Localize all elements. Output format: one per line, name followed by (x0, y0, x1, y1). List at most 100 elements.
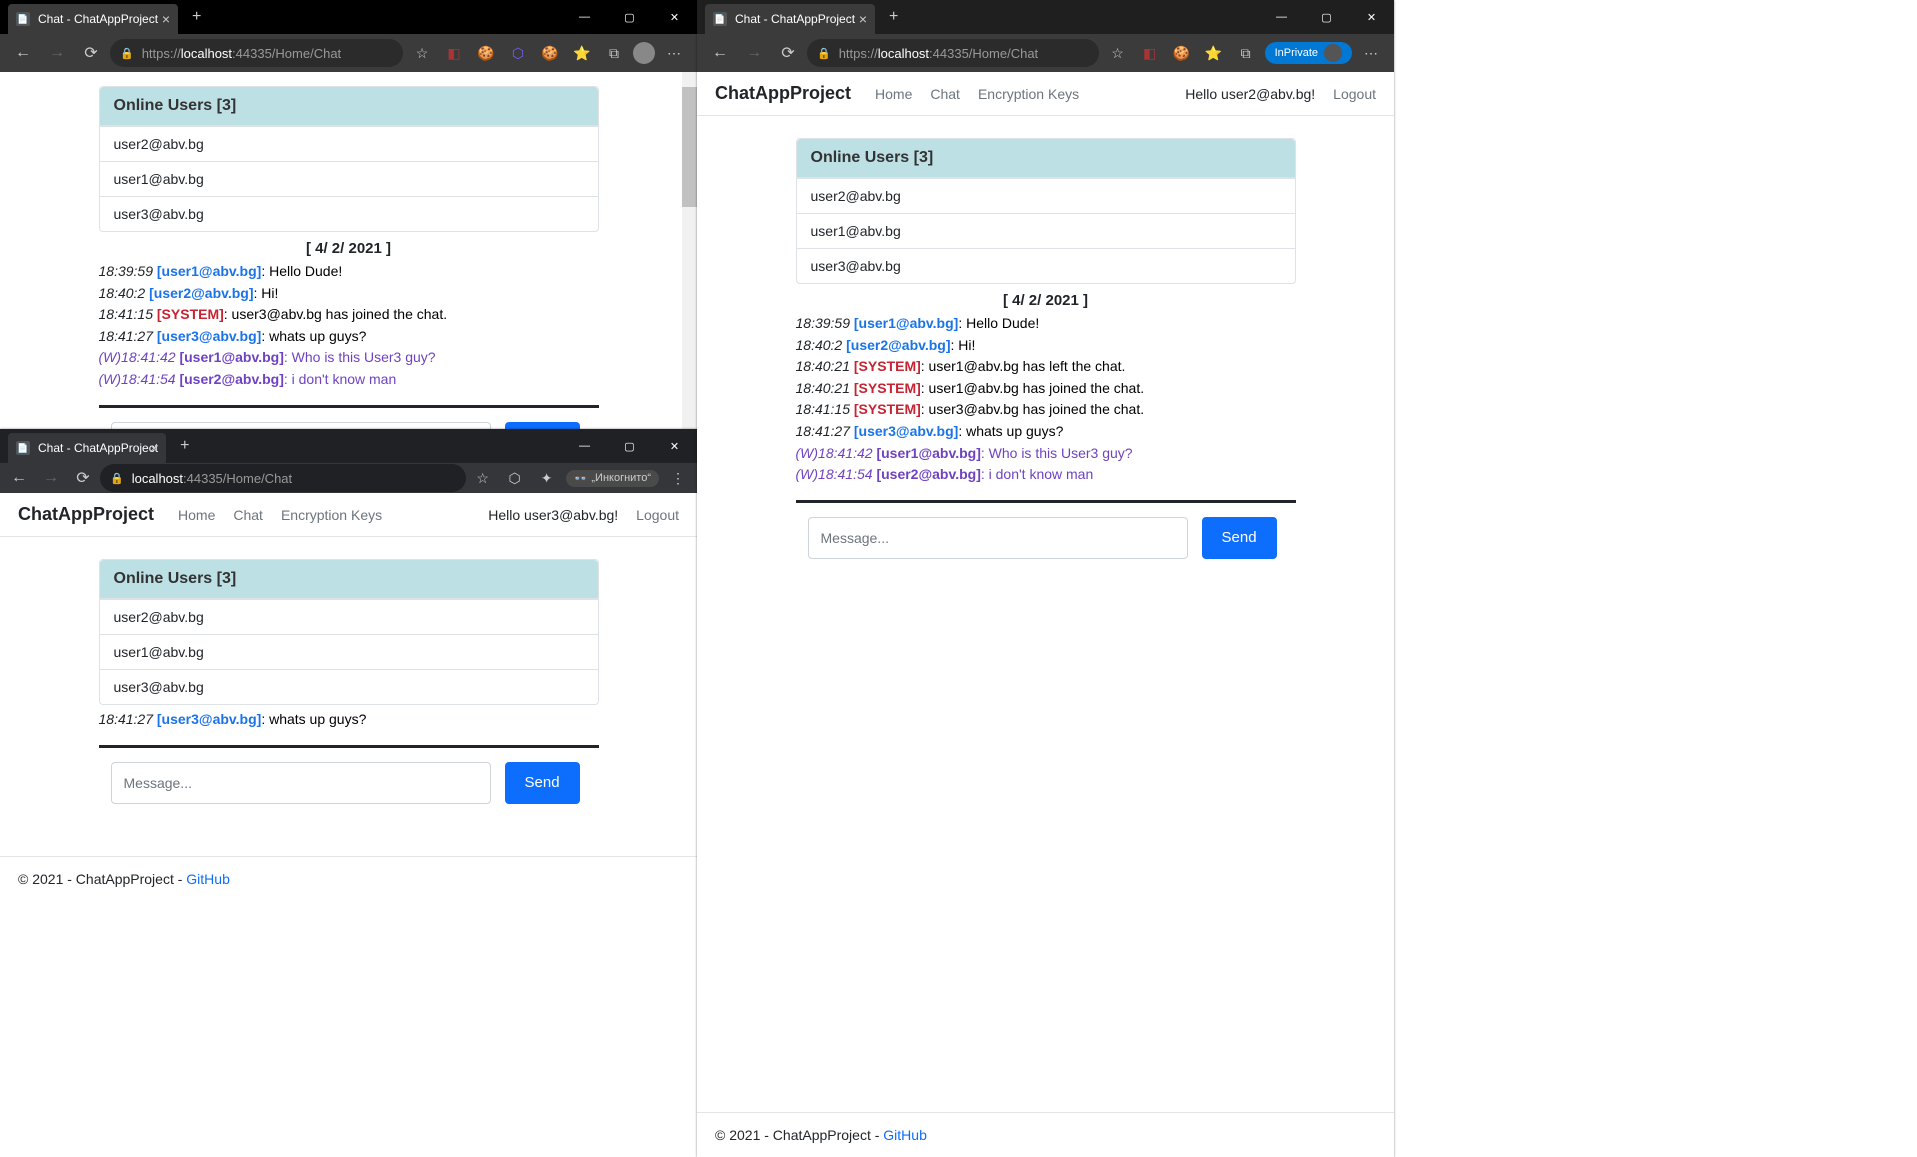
message-input[interactable] (111, 762, 491, 804)
profile-avatar[interactable] (633, 42, 655, 64)
favorites-icon[interactable]: ☆ (409, 40, 435, 66)
profile-avatar[interactable] (1324, 44, 1342, 62)
compose-row: Send (796, 517, 1296, 559)
refresh-button[interactable]: ⟳ (68, 463, 98, 493)
refresh-button[interactable]: ⟳ (76, 38, 106, 68)
back-button[interactable]: ← (705, 38, 735, 68)
back-button[interactable]: ← (4, 463, 34, 493)
extension-icon[interactable]: ◧ (1137, 40, 1163, 66)
maximize-button[interactable]: ▢ (607, 429, 652, 463)
extension-icon[interactable]: 🍪 (537, 40, 563, 66)
chat-message: 18:40:2 [user2@abv.bg]: Hi! (796, 335, 1296, 357)
browser-tab[interactable]: 📄 Chat - ChatAppProject × (8, 4, 178, 34)
extension-icon[interactable]: 🍪 (473, 40, 499, 66)
compose-row: Send (99, 762, 599, 804)
forward-button[interactable]: → (739, 38, 769, 68)
toolbar-icons: ☆ ◧ 🍪 ⭐ ⧉ InPrivate ⋯ (1103, 40, 1386, 66)
close-window-button[interactable]: ✕ (652, 0, 697, 34)
nav-encryption-keys[interactable]: Encryption Keys (978, 86, 1079, 102)
close-window-button[interactable]: ✕ (652, 429, 697, 463)
logout-link[interactable]: Logout (636, 507, 679, 523)
lock-icon: 🔒 (120, 47, 134, 60)
chat-message: 18:41:27 [user3@abv.bg]: whats up guys? (796, 421, 1296, 443)
nav-chat[interactable]: Chat (930, 86, 960, 102)
maximize-button[interactable]: ▢ (1304, 0, 1349, 34)
browser-tab[interactable]: 📄 Chat - ChatAppProject × (705, 4, 875, 34)
online-user-row[interactable]: user2@abv.bg (797, 178, 1295, 213)
collections-icon[interactable]: ⧉ (1233, 40, 1259, 66)
browser-tab[interactable]: 📄 Chat - ChatAppProject × (8, 433, 166, 463)
send-button[interactable]: Send (1202, 517, 1277, 559)
lock-icon: 🔒 (817, 47, 831, 60)
new-tab-button[interactable]: + (184, 8, 209, 26)
favorites-bar-icon[interactable]: ⭐ (569, 40, 595, 66)
minimize-button[interactable]: — (562, 429, 607, 463)
send-button[interactable]: Send (505, 422, 580, 429)
online-users-header: Online Users [3] (100, 87, 598, 126)
extension-icon[interactable]: 🍪 (1169, 40, 1195, 66)
github-link[interactable]: GitHub (883, 1127, 927, 1143)
maximize-button[interactable]: ▢ (607, 0, 652, 34)
new-tab-button[interactable]: + (172, 437, 197, 455)
forward-button[interactable]: → (42, 38, 72, 68)
online-user-row[interactable]: user1@abv.bg (100, 161, 598, 196)
chat-message: 18:39:59 [user1@abv.bg]: Hello Dude! (99, 261, 599, 283)
tab-title: Chat - ChatAppProject (38, 12, 158, 26)
url-input[interactable]: 🔒 https://localhost:44335/Home/Chat (110, 39, 403, 67)
online-user-row[interactable]: user3@abv.bg (100, 196, 598, 231)
back-button[interactable]: ← (8, 38, 38, 68)
extension-icon[interactable]: ◧ (441, 40, 467, 66)
minimize-button[interactable]: — (562, 0, 607, 34)
browser-window-chrome: 📄 Chat - ChatAppProject × + — ▢ ✕ ← → ⟳ … (0, 429, 697, 1157)
extension-icon[interactable]: ⬡ (505, 40, 531, 66)
nav-encryption-keys[interactable]: Encryption Keys (281, 507, 382, 523)
refresh-button[interactable]: ⟳ (773, 38, 803, 68)
more-icon[interactable]: ⋯ (661, 40, 687, 66)
chat-message: (W)18:41:54 [user2@abv.bg]: i don't know… (796, 464, 1296, 486)
window-titlebar: 📄 Chat - ChatAppProject × + — ▢ ✕ (697, 0, 1394, 34)
url-path: :44335/Home/Chat (929, 46, 1038, 61)
page-footer: © 2021 - ChatAppProject - GitHub (697, 1112, 1394, 1157)
online-user-row[interactable]: user3@abv.bg (100, 669, 598, 704)
brand[interactable]: ChatAppProject (715, 83, 851, 104)
nav-chat[interactable]: Chat (233, 507, 263, 523)
online-user-row[interactable]: user2@abv.bg (100, 126, 598, 161)
favorites-bar-icon[interactable]: ⭐ (1201, 40, 1227, 66)
online-user-row[interactable]: user2@abv.bg (100, 599, 598, 634)
nav-home[interactable]: Home (875, 86, 912, 102)
address-bar: ← → ⟳ 🔒 https://localhost:44335/Home/Cha… (697, 34, 1394, 72)
close-tab-icon[interactable]: × (150, 440, 158, 456)
online-user-row[interactable]: user3@abv.bg (797, 248, 1295, 283)
forward-button[interactable]: → (36, 463, 66, 493)
more-icon[interactable]: ⋯ (1358, 40, 1384, 66)
more-icon[interactable]: ⋮ (665, 465, 691, 491)
github-link[interactable]: GitHub (186, 871, 230, 887)
online-user-row[interactable]: user1@abv.bg (100, 634, 598, 669)
close-tab-icon[interactable]: × (162, 11, 170, 27)
window-controls: — ▢ ✕ (1259, 0, 1394, 34)
online-users-header: Online Users [3] (797, 139, 1295, 178)
extension-icon[interactable]: ⬡ (502, 465, 528, 491)
new-tab-button[interactable]: + (881, 8, 906, 26)
online-user-row[interactable]: user1@abv.bg (797, 213, 1295, 248)
toolbar-icons: ☆ ◧ 🍪 ⬡ 🍪 ⭐ ⧉ ⋯ (407, 40, 689, 66)
extensions-icon[interactable]: ✦ (534, 465, 560, 491)
close-tab-icon[interactable]: × (859, 11, 867, 27)
send-button[interactable]: Send (505, 762, 580, 804)
minimize-button[interactable]: — (1259, 0, 1304, 34)
page-footer: © 2021 - ChatAppProject - GitHub (0, 856, 697, 901)
close-window-button[interactable]: ✕ (1349, 0, 1394, 34)
browser-window-edge-1: 📄 Chat - ChatAppProject × + — ▢ ✕ ← → ⟳ … (0, 0, 697, 429)
favorites-icon[interactable]: ☆ (470, 465, 496, 491)
url-input[interactable]: 🔒 localhost:44335/Home/Chat (100, 464, 466, 492)
nav-home[interactable]: Home (178, 507, 215, 523)
message-input[interactable] (111, 422, 491, 429)
brand[interactable]: ChatAppProject (18, 504, 154, 525)
collections-icon[interactable]: ⧉ (601, 40, 627, 66)
favorites-icon[interactable]: ☆ (1105, 40, 1131, 66)
logout-link[interactable]: Logout (1333, 86, 1376, 102)
url-input[interactable]: 🔒 https://localhost:44335/Home/Chat (807, 39, 1099, 67)
url-path: :44335/Home/Chat (232, 46, 341, 61)
message-input[interactable] (808, 517, 1188, 559)
chat-message: 18:40:21 [SYSTEM]: user1@abv.bg has left… (796, 356, 1296, 378)
